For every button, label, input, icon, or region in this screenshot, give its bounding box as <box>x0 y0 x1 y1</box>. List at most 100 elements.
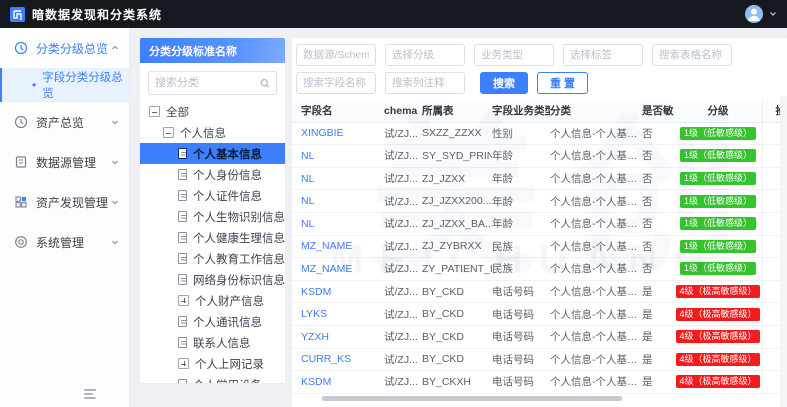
column-comment-filter[interactable] <box>385 72 465 94</box>
category-cell: 个人信息-个人基本... <box>550 376 642 389</box>
table-cell: SY_SYD_PRINT <box>422 149 492 162</box>
tree-search-box <box>148 71 277 95</box>
field-table: 字段名 chema 所属表 字段业务类型 分类 是否敏感 分级 操作 XINGB… <box>292 100 787 401</box>
col-header-business-type[interactable]: 字段业务类型 <box>492 103 550 118</box>
user-avatar[interactable] <box>745 5 763 23</box>
sidebar-item-label: 系统管理 <box>36 235 85 250</box>
schema-cell: 试/ZJ... <box>384 286 418 299</box>
field-link[interactable]: NL <box>292 173 384 185</box>
user-menu-chevron-down-icon[interactable] <box>769 10 777 18</box>
sidebar-item-classification-overview[interactable]: 分类分级总览 <box>0 28 129 68</box>
field-link[interactable]: XINGBIE <box>292 127 384 139</box>
biz-cell: 民族 <box>492 240 513 253</box>
tree-node-leaf[interactable]: 个人基本信息 <box>140 143 285 164</box>
tree-node-expandable[interactable]: 个人财产信息 <box>140 290 285 311</box>
file-icon <box>178 190 187 201</box>
tree-node-leaf[interactable]: 个人常用设备 <box>140 374 285 383</box>
tree-node-expandable[interactable]: 个人上网记录 <box>140 353 285 374</box>
tree-node-leaf[interactable]: 个人证件信息 <box>140 185 285 206</box>
reset-button[interactable]: 重 置 <box>537 72 589 94</box>
schema-cell: 试/ZJ... <box>384 308 418 321</box>
table-cell: BY_CKD <box>422 353 465 366</box>
category-cell: 个人信息-个人基本... <box>550 308 642 321</box>
table-cell: BY_CKD <box>422 285 465 298</box>
sidebar-item-asset-discovery-management[interactable]: 资产发现管理 <box>0 182 129 222</box>
tree-node-leaf[interactable]: 个人教育工作信息 <box>140 248 285 269</box>
table-cell: BY_CKD <box>422 308 465 321</box>
col-header-field[interactable]: 字段名 <box>292 103 384 118</box>
datasource-schema-filter[interactable] <box>296 44 376 66</box>
tree-node-leaf[interactable]: 个人生物识别信息 <box>140 206 285 227</box>
expand-toggle-icon[interactable] <box>178 358 189 369</box>
vertical-scrollbar-track[interactable] <box>780 96 787 407</box>
level-badge: 4级（极高敏感级） <box>676 330 760 344</box>
grid-icon <box>15 196 27 208</box>
tree-node-leaf[interactable]: 个人身份信息 <box>140 164 285 185</box>
sidebar-item-system-management[interactable]: 系统管理 <box>0 222 129 262</box>
col-header-sensitive[interactable]: 是否敏感 <box>642 103 674 118</box>
table-row: NL 试/ZJ... ZJ_JZXX200... 年龄 个人信息-个人基本...… <box>292 190 787 213</box>
field-link[interactable]: LYKS <box>292 308 384 320</box>
table-row: CURR_KS 试/ZJ... BY_CKD 电话号码 个人信息-个人基本...… <box>292 348 787 372</box>
col-header-category[interactable]: 分类 <box>550 103 642 118</box>
sidebar-item-asset-overview[interactable]: 资产总览 <box>0 102 129 142</box>
table-row: XINGBIE 试/ZJ... SXZZ_ZZXX 性别 个人信息-个人基本..… <box>292 122 787 146</box>
sidebar-item-datasource-management[interactable]: 数据源管理 <box>0 142 129 182</box>
sidebar-item-label: 分类分级总览 <box>36 41 109 56</box>
col-header-level[interactable]: 分级 <box>674 103 762 118</box>
collapse-sidebar-icon[interactable] <box>84 389 96 399</box>
field-link[interactable]: YZXH <box>292 331 384 343</box>
level-filter[interactable] <box>385 44 465 66</box>
table-cell: BY_CKD <box>422 330 465 343</box>
level-badge: 1级（低敏感级） <box>680 217 756 231</box>
table-header-row: 字段名 chema 所属表 字段业务类型 分类 是否敏感 分级 操作 <box>292 100 787 123</box>
horizontal-scrollbar-thumb[interactable] <box>322 396 622 401</box>
tag-filter[interactable] <box>563 44 643 66</box>
field-link[interactable]: MZ_NAME <box>292 263 384 275</box>
level-badge: 1级（低敏感级） <box>680 172 756 186</box>
table-name-filter[interactable] <box>652 44 732 66</box>
sidebar-subitem-label: 字段分类分级总览 <box>42 72 123 100</box>
search-button[interactable]: 搜索 <box>480 72 528 94</box>
tree-node-leaf[interactable]: 个人健康生理信息 <box>140 227 285 248</box>
results-panel: 搜索 重 置 字段名 chema 所属表 字段业务类型 分类 是否敏感 分级 操… <box>292 38 787 407</box>
tree-search-input[interactable] <box>155 77 260 89</box>
category-cell: 个人信息-个人基本... <box>550 240 642 253</box>
sidebar: 分类分级总览 • 字段分类分级总览 资产总览 数据源管理 资产发现管理 系统管理 <box>0 28 130 407</box>
col-header-schema[interactable]: chema <box>384 105 422 117</box>
sensitive-cell: 否 <box>642 218 653 231</box>
field-link[interactable]: NL <box>292 195 384 207</box>
field-link[interactable]: KSDM <box>292 376 384 388</box>
collapse-toggle-icon[interactable] <box>149 106 160 117</box>
search-icon[interactable] <box>260 78 270 89</box>
sidebar-item-label: 数据源管理 <box>36 155 97 170</box>
field-link[interactable]: NL <box>292 150 384 162</box>
business-type-filter[interactable] <box>474 44 554 66</box>
expand-toggle-icon[interactable] <box>178 295 189 306</box>
table-cell: ZY_PATIENT_I... <box>422 262 492 275</box>
field-link[interactable]: CURR_KS <box>292 353 384 365</box>
field-link[interactable]: NL <box>292 218 384 230</box>
field-name-filter[interactable] <box>296 72 376 94</box>
sensitive-cell: 是 <box>642 286 653 299</box>
tree-node-leaf[interactable]: 联系人信息 <box>140 332 285 353</box>
tree-node-leaf[interactable]: 网络身份标识信息 <box>140 269 285 290</box>
biz-cell: 年龄 <box>492 218 513 231</box>
file-icon <box>178 379 187 383</box>
category-cell: 个人信息-个人基本... <box>550 286 642 299</box>
schema-cell: 试/ZJ... <box>384 376 418 389</box>
chevron-down-icon <box>112 240 118 245</box>
tree-node-leaf[interactable]: 个人通讯信息 <box>140 311 285 332</box>
field-link[interactable]: MZ_NAME <box>292 240 384 252</box>
chevron-down-icon <box>112 200 118 205</box>
schema-cell: 试/ZJ... <box>384 353 418 366</box>
sidebar-item-field-classification-overview[interactable]: • 字段分类分级总览 <box>0 68 129 102</box>
collapse-toggle-icon[interactable] <box>163 127 174 138</box>
col-header-table[interactable]: 所属表 <box>422 103 492 118</box>
table-cell: ZJ_ZYBRXX <box>422 240 482 253</box>
clock-icon <box>14 115 28 129</box>
field-link[interactable]: KSDM <box>292 286 384 298</box>
tree-node-personal-info[interactable]: 个人信息 <box>140 122 285 143</box>
tree-node-all[interactable]: 全部 <box>140 101 285 122</box>
category-cell: 个人信息-个人基本... <box>550 173 642 186</box>
